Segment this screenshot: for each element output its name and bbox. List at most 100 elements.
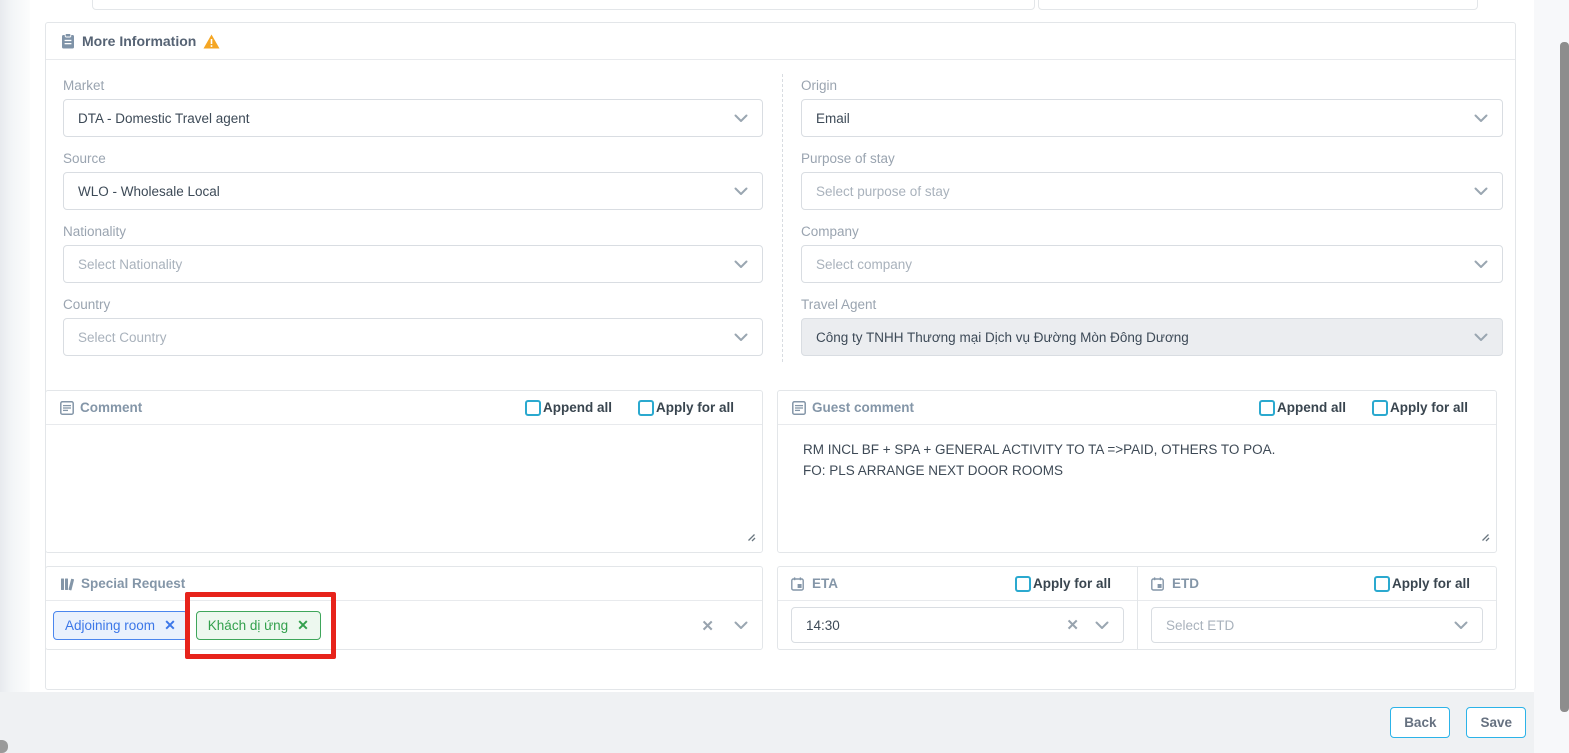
warning-triangle-icon [203,34,220,49]
travel-agent-value: Công ty TNHH Thương mại Dịch vụ Đường Mò… [816,330,1189,345]
comment-apply-all-checkbox-group[interactable]: Apply for all [638,400,734,416]
tag-adjoining-room[interactable]: Adjoining room ✕ [53,611,188,640]
etd-apply-all-checkbox-group[interactable]: Apply for all [1374,576,1470,592]
nationality-select[interactable]: Select Nationality [63,245,763,283]
country-select[interactable]: Select Country [63,318,763,356]
guest-comment-panel-header: Guest comment Append all Apply for all [778,391,1496,425]
etd-section: ETD Apply for all Select ETD [1137,567,1496,649]
chevron-down-icon [1474,260,1488,269]
nationality-placeholder: Select Nationality [78,257,182,272]
etd-placeholder: Select ETD [1166,618,1234,633]
comment-textarea[interactable] [46,425,762,552]
special-request-title: Special Request [81,576,185,591]
guest-comment-line-1: RM INCL BF + SPA + GENERAL ACTIVITY TO T… [803,440,1471,461]
checkbox-icon[interactable] [1015,576,1031,592]
more-information-header: More Information [46,23,1515,60]
resize-handle-icon[interactable] [1479,529,1490,547]
comment-panel-header: Comment Append all Apply for all [46,391,762,425]
field-source: Source WLO - Wholesale Local [63,151,763,210]
eta-select[interactable]: 14:30 ✕ [791,607,1124,643]
cropped-top-panel-right [1038,0,1478,10]
company-placeholder: Select company [816,257,912,272]
comment-lines-icon [792,401,806,415]
chevron-down-icon [734,333,748,342]
chevron-down-icon [734,114,748,123]
market-value: DTA - Domestic Travel agent [78,111,250,126]
comment-append-all-checkbox-group[interactable]: Append all [525,400,612,416]
checkbox-icon[interactable] [1259,400,1275,416]
resize-handle-icon[interactable] [745,529,756,547]
save-button[interactable]: Save [1466,707,1526,738]
purpose-of-stay-label: Purpose of stay [801,151,1503,166]
chevron-down-icon [734,260,748,269]
guest-comment-apply-all-label: Apply for all [1390,400,1468,415]
nationality-label: Nationality [63,224,763,239]
books-icon [60,577,75,591]
eta-apply-all-label: Apply for all [1033,576,1111,591]
left-edge-strip [0,0,30,692]
eta-header: ETA Apply for all [778,567,1137,601]
eta-apply-all-checkbox-group[interactable]: Apply for all [1015,576,1111,592]
origin-value: Email [816,111,850,126]
cropped-top-panel-left [92,0,1035,10]
checkbox-icon[interactable] [525,400,541,416]
etd-select[interactable]: Select ETD [1151,607,1483,643]
purpose-of-stay-placeholder: Select purpose of stay [816,184,950,199]
country-placeholder: Select Country [78,330,167,345]
etd-title: ETD [1172,576,1199,591]
calendar-icon [791,577,804,591]
market-label: Market [63,78,763,93]
eta-section: ETA Apply for all 14:30 ✕ [778,567,1137,649]
clear-icon[interactable]: ✕ [1066,616,1079,634]
chevron-down-icon[interactable] [734,621,748,630]
source-select[interactable]: WLO - Wholesale Local [63,172,763,210]
field-nationality: Nationality Select Nationality [63,224,763,283]
country-label: Country [63,297,763,312]
travel-agent-select[interactable]: Công ty TNHH Thương mại Dịch vụ Đường Mò… [801,318,1503,356]
chevron-down-icon [1474,333,1488,342]
company-label: Company [801,224,1503,239]
field-country: Country Select Country [63,297,763,356]
special-request-select[interactable]: Adjoining room ✕ Khách dị ứng ✕ ✕ [46,601,762,650]
tag-label: Khách dị ứng [208,618,288,633]
field-travel-agent: Travel Agent Công ty TNHH Thương mại Dịc… [801,297,1503,356]
chevron-down-icon [734,187,748,196]
tag-remove-icon[interactable]: ✕ [164,617,176,634]
checkbox-icon[interactable] [1372,400,1388,416]
comment-apply-all-label: Apply for all [656,400,734,415]
tag-remove-icon[interactable]: ✕ [297,617,309,634]
comment-append-all-label: Append all [543,400,612,415]
clear-all-icon[interactable]: ✕ [701,617,714,635]
origin-select[interactable]: Email [801,99,1503,137]
comment-title: Comment [80,400,142,415]
guest-comment-apply-all-checkbox-group[interactable]: Apply for all [1372,400,1468,416]
calendar-icon [1151,577,1164,591]
travel-agent-label: Travel Agent [801,297,1503,312]
guest-comment-append-all-label: Append all [1277,400,1346,415]
chevron-down-icon [1474,114,1488,123]
field-origin: Origin Email [801,78,1503,137]
special-request-panel: Special Request Adjoining room ✕ Khách d… [45,566,763,650]
checkbox-icon[interactable] [1374,576,1390,592]
comment-lines-icon [60,401,74,415]
eta-etd-panel: ETA Apply for all 14:30 ✕ ETD [777,566,1497,650]
purpose-of-stay-select[interactable]: Select purpose of stay [801,172,1503,210]
back-button[interactable]: Back [1390,707,1450,738]
checkbox-icon[interactable] [638,400,654,416]
vertical-scrollbar-thumb[interactable] [1560,42,1569,712]
chevron-down-icon [1454,621,1468,630]
guest-comment-line-2: FO: PLS ARRANGE NEXT DOOR ROOMS [803,461,1471,482]
guest-comment-panel: Guest comment Append all Apply for all R… [777,390,1497,553]
guest-comment-textarea[interactable]: RM INCL BF + SPA + GENERAL ACTIVITY TO T… [778,425,1496,552]
page-title: More Information [82,33,196,49]
footer-bar: Back Save [0,692,1534,753]
etd-header: ETD Apply for all [1138,567,1496,601]
guest-comment-append-all-checkbox-group[interactable]: Append all [1259,400,1346,416]
company-select[interactable]: Select company [801,245,1503,283]
eta-value: 14:30 [806,618,840,633]
field-company: Company Select company [801,224,1503,283]
market-select[interactable]: DTA - Domestic Travel agent [63,99,763,137]
more-information-fields: Market DTA - Domestic Travel agent Origi… [46,60,1515,372]
eta-title: ETA [812,576,838,591]
tag-khach-di-ung[interactable]: Khách dị ứng ✕ [196,611,321,640]
